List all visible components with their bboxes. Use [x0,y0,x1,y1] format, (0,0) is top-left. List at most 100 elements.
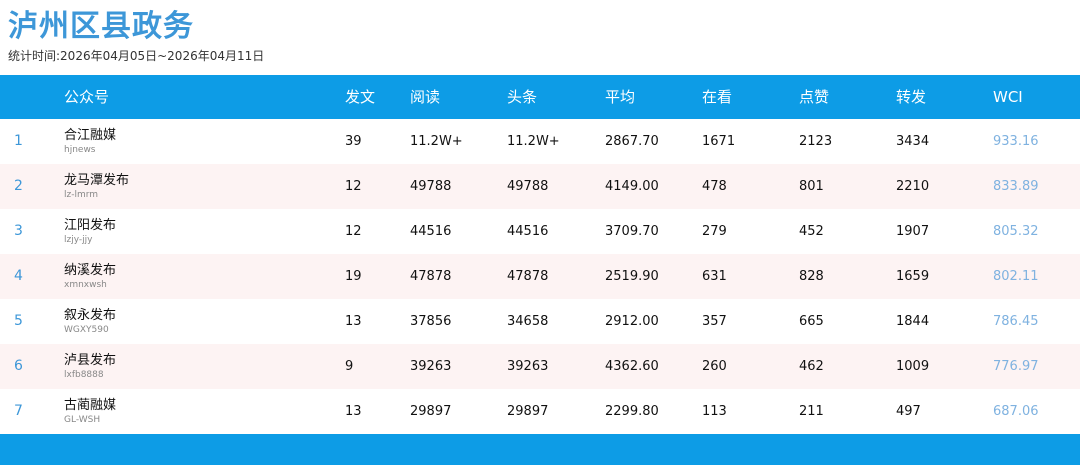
rank-cell: 6 [14,358,23,374]
account-cell[interactable]: 纳溪发布 xmnxwsh [64,263,116,291]
account-id: lz-lmrm [64,190,99,200]
wci-cell: 786.45 [993,314,1039,329]
top-cell: 11.2W+ [507,134,560,149]
avg-cell: 3709.70 [605,224,659,239]
share-cell: 1844 [896,314,930,329]
share-cell: 1659 [896,269,930,284]
reads-cell: 39263 [410,359,452,374]
avg-cell: 2867.70 [605,134,659,149]
like-cell: 828 [799,269,824,284]
posts-cell: 12 [345,179,362,194]
header-reads[interactable]: 阅读 [410,75,440,119]
posts-cell: 19 [345,269,362,284]
watch-cell: 478 [702,179,727,194]
account-name: 纳溪发布 [64,263,117,278]
watch-cell: 357 [702,314,727,329]
table-row[interactable]: 1 39 11.2W+ 11.2W+ 2867.70 1671 2123 3434 933.16… [0,119,1080,164]
account-cell[interactable]: 江阳发布 lzjy-jjy [64,218,116,246]
header-posts[interactable]: 发文 [345,75,375,119]
rank-cell: 4 [14,268,23,284]
header-share[interactable]: 转发 [896,75,926,119]
like-cell: 2123 [799,134,833,149]
avg-cell: 2912.00 [605,314,659,329]
watch-cell: 1671 [702,134,736,149]
like-cell: 462 [799,359,824,374]
avg-cell: 2299.80 [605,404,659,419]
watch-cell: 113 [702,404,727,419]
account-cell[interactable]: 合江融媒 hjnews [64,128,116,156]
reads-cell: 49788 [410,179,452,194]
rank-cell: 1 [14,133,23,149]
reads-cell: 29897 [410,404,452,419]
top-cell: 47878 [507,269,549,284]
account-name: 合江融媒 [64,128,117,143]
share-cell: 1009 [896,359,930,374]
reads-cell: 47878 [410,269,452,284]
header-account[interactable]: 公众号 [64,75,109,119]
page-title: 泸州区县政务 [8,9,194,44]
table-row[interactable]: 5 13 37856 34658 2912.00 357 665 1844 786.45 叙永发布… [0,299,1080,344]
account-id: hjnews [64,145,96,155]
account-id: lxfb8888 [64,370,104,380]
posts-cell: 12 [345,224,362,239]
account-cell[interactable]: 叙永发布 WGXY590 [64,308,116,336]
header-avg[interactable]: 平均 [605,75,635,119]
top-cell: 49788 [507,179,549,194]
like-cell: 452 [799,224,824,239]
reads-cell: 11.2W+ [410,134,463,149]
top-cell: 29897 [507,404,549,419]
account-name: 古蔺融媒 [64,398,117,413]
reads-cell: 37856 [410,314,452,329]
footer-bar [0,434,1080,465]
avg-cell: 4362.60 [605,359,659,374]
share-cell: 3434 [896,134,930,149]
account-cell[interactable]: 古蔺融媒 GL-WSH [64,398,116,426]
table-body: 1 39 11.2W+ 11.2W+ 2867.70 1671 2123 3434 933.16… [0,119,1080,434]
top-cell: 44516 [507,224,549,239]
table-row[interactable]: 2 12 49788 49788 4149.00 478 801 2210 833.89 龙马潭发… [0,164,1080,209]
rank-cell: 2 [14,178,23,194]
like-cell: 211 [799,404,824,419]
wci-cell: 802.11 [993,269,1039,284]
top-cell: 39263 [507,359,549,374]
posts-cell: 9 [345,359,354,374]
table-row[interactable]: 4 19 47878 47878 2519.90 631 828 1659 802.11 纳溪发布… [0,254,1080,299]
posts-cell: 39 [345,134,362,149]
share-cell: 497 [896,404,921,419]
rank-cell: 3 [14,223,23,239]
avg-cell: 2519.90 [605,269,659,284]
watch-cell: 260 [702,359,727,374]
reads-cell: 44516 [410,224,452,239]
avg-cell: 4149.00 [605,179,659,194]
like-cell: 801 [799,179,824,194]
rank-cell: 7 [14,403,23,419]
table-row[interactable]: 7 13 29897 29897 2299.80 113 211 497 687.06 古蔺融媒 G… [0,389,1080,434]
wci-cell: 833.89 [993,179,1039,194]
account-id: lzjy-jjy [64,235,93,245]
header-wci[interactable]: WCI [993,75,1023,119]
watch-cell: 631 [702,269,727,284]
ranking-table: 公众号 发文 阅读 头条 平均 在看 点赞 转发 WCI 1 39 11.2W+ 11… [0,75,1080,434]
table-row[interactable]: 3 12 44516 44516 3709.70 279 452 1907 805.32 江阳发布… [0,209,1080,254]
account-cell[interactable]: 泸县发布 lxfb8888 [64,353,116,381]
header-like[interactable]: 点赞 [799,75,829,119]
rank-cell: 5 [14,313,23,329]
account-id: GL-WSH [64,415,101,425]
account-cell[interactable]: 龙马潭发布 lz-lmrm [64,173,129,201]
table-header: 公众号 发文 阅读 头条 平均 在看 点赞 转发 WCI [0,75,1080,119]
table-row[interactable]: 6 9 39263 39263 4362.60 260 462 1009 776.97 泸县发布 l… [0,344,1080,389]
account-id: WGXY590 [64,325,109,335]
share-cell: 2210 [896,179,930,194]
header-watch[interactable]: 在看 [702,75,732,119]
account-id: xmnxwsh [64,280,107,290]
like-cell: 665 [799,314,824,329]
account-name: 叙永发布 [64,308,117,323]
account-name: 龙马潭发布 [64,173,130,188]
account-name: 泸县发布 [64,353,117,368]
wci-cell: 687.06 [993,404,1039,419]
header-top[interactable]: 头条 [507,75,537,119]
wci-cell: 776.97 [993,359,1039,374]
date-range: 统计时间:2026年04月05日~2026年04月11日 [8,49,265,63]
account-name: 江阳发布 [64,218,117,233]
posts-cell: 13 [345,314,362,329]
